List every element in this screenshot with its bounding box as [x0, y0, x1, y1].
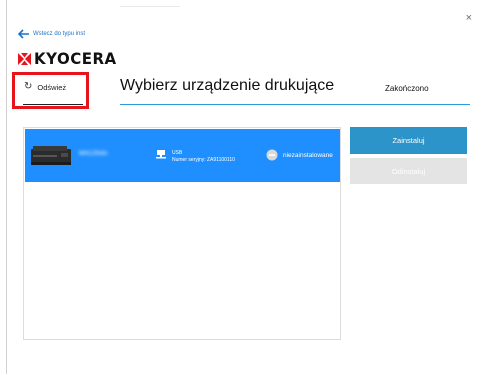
minus-circle-icon	[266, 149, 278, 161]
back-arrow-icon	[18, 29, 29, 39]
back-link[interactable]: Wstecz do typu inst	[18, 29, 85, 39]
close-icon[interactable]: ×	[466, 13, 472, 24]
device-row[interactable]: M4125idn USB Numer seryjny: ZA91100110 n…	[25, 129, 340, 182]
device-name: M4125idn	[79, 150, 108, 157]
kyocera-logo-text: KYOCERA	[34, 49, 117, 69]
header-divider	[120, 104, 470, 105]
connection-type: USB	[172, 150, 183, 156]
step-done-label: Zakończono	[385, 84, 429, 93]
refresh-label: Odśwież	[37, 82, 67, 92]
refresh-button[interactable]: ↻ Odśwież	[24, 82, 66, 92]
install-button[interactable]: Zainstaluj	[350, 127, 467, 154]
back-link-label: Wstecz do typu inst	[33, 31, 86, 37]
window-left-border	[6, 0, 7, 374]
title-bar-divider	[120, 6, 180, 7]
kyocera-logo-mark-icon	[18, 53, 31, 65]
refresh-tab-underline	[23, 104, 83, 105]
install-status: niezainstalowane	[283, 152, 333, 159]
device-list: M4125idn USB Numer seryjny: ZA91100110 n…	[23, 127, 341, 340]
refresh-icon: ↻	[24, 81, 33, 92]
printer-icon	[31, 146, 71, 165]
installer-window: × Wstecz do typu inst KYOCERA ↻ Odśwież …	[0, 0, 478, 374]
page-title: Wybierz urządzenie drukujące	[120, 77, 335, 94]
uninstall-button: Odinstaluj	[350, 158, 467, 184]
serial-number: Numer seryjny: ZA91100110	[172, 157, 235, 163]
kyocera-logo: KYOCERA	[18, 50, 117, 68]
usb-connection-icon	[156, 150, 166, 159]
